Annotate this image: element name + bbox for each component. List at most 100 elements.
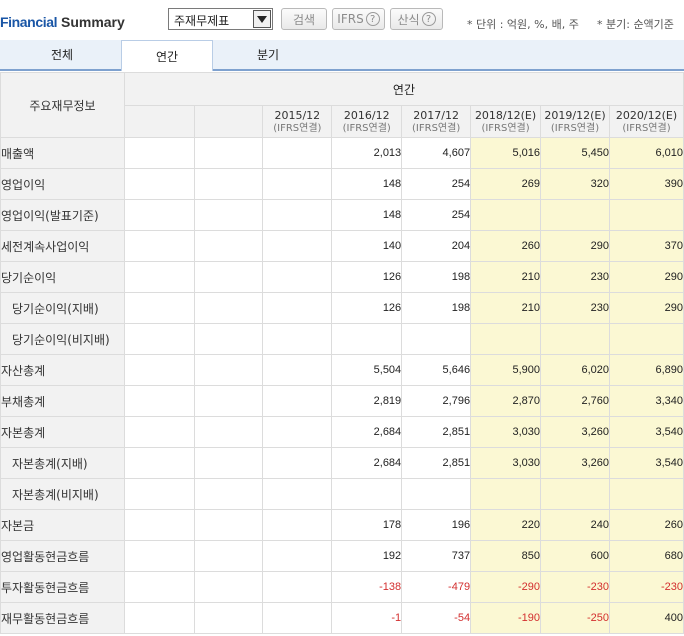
- value-cell: -1: [331, 602, 403, 634]
- row-label[interactable]: 자본총계: [0, 416, 125, 448]
- tab-all[interactable]: 전체: [0, 40, 124, 69]
- formula-help-button[interactable]: 산식 ?: [390, 8, 443, 30]
- value-cell: 5,646: [401, 354, 472, 386]
- value-cell: [609, 199, 684, 231]
- table-row: 자본금 178 196 220 240 260: [0, 509, 684, 541]
- value-cell: [262, 137, 333, 169]
- value-cell: -230: [609, 571, 684, 603]
- value-cell: 3,030: [470, 416, 542, 448]
- value-cell: -54: [401, 602, 472, 634]
- value-cell: 3,260: [540, 447, 610, 479]
- value-cell: 269: [470, 168, 542, 200]
- table-row: 부채총계 2,819 2,796 2,870 2,760 3,340: [0, 385, 684, 417]
- value-cell: 178: [331, 509, 403, 541]
- table-row: 자본총계(지배) 2,684 2,851 3,030 3,260 3,540: [0, 447, 684, 479]
- row-label[interactable]: 자본총계(비지배): [0, 478, 125, 510]
- row-label[interactable]: 매출액: [0, 137, 125, 169]
- period-note: * 분기: 순액기준: [597, 18, 674, 31]
- year-column-header: 2018/12(E) (IFRS연결): [470, 105, 542, 138]
- row-label[interactable]: 당기순이익: [0, 261, 125, 293]
- search-button[interactable]: 검색: [281, 8, 327, 30]
- value-cell: 290: [609, 292, 684, 324]
- consolidation-label: (IFRS연결): [622, 122, 671, 134]
- ifrs-help-button[interactable]: IFRS ?: [332, 8, 385, 30]
- value-cell: 2,851: [401, 416, 472, 448]
- value-cell: 5,900: [470, 354, 542, 386]
- tab-quarterly[interactable]: 분기: [213, 40, 323, 69]
- value-cell: 198: [401, 292, 472, 324]
- value-cell: 3,540: [609, 416, 684, 448]
- value-cell: [193, 292, 264, 324]
- value-cell: [123, 416, 195, 448]
- value-cell: 148: [331, 168, 403, 200]
- value-cell: [193, 323, 264, 355]
- value-cell: 240: [540, 509, 610, 541]
- value-cell: [540, 478, 610, 510]
- consolidation-label: (IFRS연결): [412, 122, 461, 134]
- value-cell: [262, 199, 333, 231]
- value-cell: 230: [540, 261, 610, 293]
- consolidation-label: (IFRS연결): [550, 122, 600, 134]
- page-title: Financial Summary: [0, 14, 125, 30]
- value-cell: 5,016: [470, 137, 542, 169]
- year-column-header: 2016/12 (IFRS연결): [331, 105, 403, 138]
- year-label: 2017/12: [413, 108, 459, 122]
- value-cell: 2,796: [401, 385, 472, 417]
- value-cell: [331, 323, 403, 355]
- row-label[interactable]: 영업활동현금흐름: [0, 540, 125, 572]
- table-row: 세전계속사업이익 140 204 260 290 370: [0, 230, 684, 262]
- value-cell: 6,020: [540, 354, 610, 386]
- value-cell: [262, 261, 333, 293]
- row-label[interactable]: 영업이익: [0, 168, 125, 200]
- value-cell: [262, 354, 333, 386]
- table-row: 당기순이익(비지배): [0, 323, 684, 355]
- year-column-header: 2017/12 (IFRS연결): [401, 105, 472, 138]
- table-row: 자본총계 2,684 2,851 3,030 3,260 3,540: [0, 416, 684, 448]
- value-cell: 126: [331, 292, 403, 324]
- table-row: 투자활동현금흐름 -138 -479 -290 -230 -230: [0, 571, 684, 603]
- value-cell: [262, 540, 333, 572]
- row-label[interactable]: 투자활동현금흐름: [0, 571, 125, 603]
- value-cell: [193, 602, 264, 634]
- chevron-down-icon[interactable]: [253, 10, 271, 28]
- value-cell: 290: [609, 261, 684, 293]
- consolidation-label: (IFRS연결): [273, 122, 322, 134]
- statement-select-value: 주재무제표: [174, 14, 230, 28]
- value-cell: 220: [470, 509, 542, 541]
- row-label[interactable]: 자본금: [0, 509, 125, 541]
- value-cell: 198: [401, 261, 472, 293]
- row-label[interactable]: 당기순이익(지배): [0, 292, 125, 324]
- value-cell: [262, 323, 333, 355]
- row-label[interactable]: 당기순이익(비지배): [0, 323, 125, 355]
- value-cell: [193, 261, 264, 293]
- value-cell: [262, 447, 333, 479]
- value-cell: 737: [401, 540, 472, 572]
- value-cell: 196: [401, 509, 472, 541]
- tab-annual[interactable]: 연간: [121, 40, 213, 71]
- value-cell: [123, 323, 195, 355]
- value-cell: [193, 354, 264, 386]
- value-cell: -250: [540, 602, 610, 634]
- ifrs-label: IFRS: [337, 12, 364, 26]
- statement-select[interactable]: 주재무제표: [168, 8, 273, 30]
- value-cell: 3,340: [609, 385, 684, 417]
- value-cell: 290: [540, 230, 610, 262]
- value-cell: [123, 168, 195, 200]
- value-cell: -230: [540, 571, 610, 603]
- year-label: 2019/12(E): [544, 108, 606, 122]
- value-cell: [609, 323, 684, 355]
- value-cell: [123, 447, 195, 479]
- value-cell: [262, 168, 333, 200]
- row-label[interactable]: 세전계속사업이익: [0, 230, 125, 262]
- row-label[interactable]: 부채총계: [0, 385, 125, 417]
- value-cell: [262, 509, 333, 541]
- row-label[interactable]: 자본총계(지배): [0, 447, 125, 479]
- question-icon: ?: [421, 12, 436, 26]
- row-label[interactable]: 자산총계: [0, 354, 125, 386]
- table-row: 재무활동현금흐름 -1 -54 -190 -250 400: [0, 602, 684, 634]
- value-cell: [262, 478, 333, 510]
- table-row: 자본총계(비지배): [0, 478, 684, 510]
- row-label[interactable]: 재무활동현금흐름: [0, 602, 125, 634]
- row-label[interactable]: 영업이익(발표기준): [0, 199, 125, 231]
- value-cell: [470, 478, 542, 510]
